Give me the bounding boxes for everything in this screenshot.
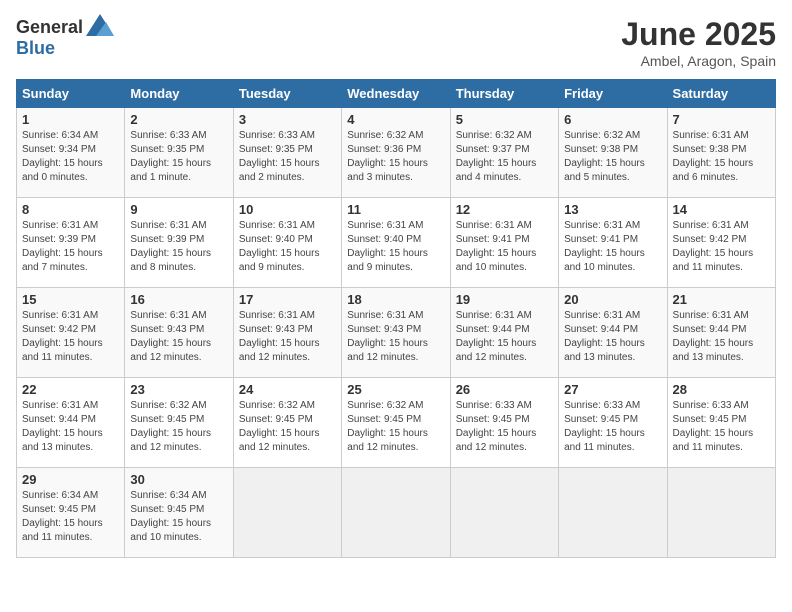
table-row: 1Sunrise: 6:34 AMSunset: 9:34 PMDaylight… bbox=[17, 108, 125, 198]
title-area: June 2025 Ambel, Aragon, Spain bbox=[621, 16, 776, 69]
table-row: 6Sunrise: 6:32 AMSunset: 9:38 PMDaylight… bbox=[559, 108, 667, 198]
logo-general-text: General bbox=[16, 17, 83, 38]
week-row: 1Sunrise: 6:34 AMSunset: 9:34 PMDaylight… bbox=[17, 108, 776, 198]
calendar-title: June 2025 bbox=[621, 16, 776, 53]
table-row: 5Sunrise: 6:32 AMSunset: 9:37 PMDaylight… bbox=[450, 108, 558, 198]
table-row: 19Sunrise: 6:31 AMSunset: 9:44 PMDayligh… bbox=[450, 288, 558, 378]
table-row: 28Sunrise: 6:33 AMSunset: 9:45 PMDayligh… bbox=[667, 378, 775, 468]
table-row bbox=[559, 468, 667, 558]
week-row: 15Sunrise: 6:31 AMSunset: 9:42 PMDayligh… bbox=[17, 288, 776, 378]
table-row: 9Sunrise: 6:31 AMSunset: 9:39 PMDaylight… bbox=[125, 198, 233, 288]
table-row bbox=[667, 468, 775, 558]
table-row bbox=[450, 468, 558, 558]
table-row bbox=[342, 468, 450, 558]
col-saturday: Saturday bbox=[667, 80, 775, 108]
logo-icon bbox=[86, 14, 114, 36]
col-tuesday: Tuesday bbox=[233, 80, 341, 108]
col-sunday: Sunday bbox=[17, 80, 125, 108]
table-row: 14Sunrise: 6:31 AMSunset: 9:42 PMDayligh… bbox=[667, 198, 775, 288]
logo: General Blue bbox=[16, 16, 114, 59]
table-row: 3Sunrise: 6:33 AMSunset: 9:35 PMDaylight… bbox=[233, 108, 341, 198]
table-row: 13Sunrise: 6:31 AMSunset: 9:41 PMDayligh… bbox=[559, 198, 667, 288]
col-friday: Friday bbox=[559, 80, 667, 108]
week-row: 22Sunrise: 6:31 AMSunset: 9:44 PMDayligh… bbox=[17, 378, 776, 468]
table-row: 12Sunrise: 6:31 AMSunset: 9:41 PMDayligh… bbox=[450, 198, 558, 288]
col-wednesday: Wednesday bbox=[342, 80, 450, 108]
table-row: 17Sunrise: 6:31 AMSunset: 9:43 PMDayligh… bbox=[233, 288, 341, 378]
logo-blue-text: Blue bbox=[16, 38, 55, 58]
table-row: 27Sunrise: 6:33 AMSunset: 9:45 PMDayligh… bbox=[559, 378, 667, 468]
table-row: 25Sunrise: 6:32 AMSunset: 9:45 PMDayligh… bbox=[342, 378, 450, 468]
table-row: 8Sunrise: 6:31 AMSunset: 9:39 PMDaylight… bbox=[17, 198, 125, 288]
table-row: 30Sunrise: 6:34 AMSunset: 9:45 PMDayligh… bbox=[125, 468, 233, 558]
table-row: 22Sunrise: 6:31 AMSunset: 9:44 PMDayligh… bbox=[17, 378, 125, 468]
table-row: 7Sunrise: 6:31 AMSunset: 9:38 PMDaylight… bbox=[667, 108, 775, 198]
week-row: 29Sunrise: 6:34 AMSunset: 9:45 PMDayligh… bbox=[17, 468, 776, 558]
table-row: 2Sunrise: 6:33 AMSunset: 9:35 PMDaylight… bbox=[125, 108, 233, 198]
col-monday: Monday bbox=[125, 80, 233, 108]
calendar-table: Sunday Monday Tuesday Wednesday Thursday… bbox=[16, 79, 776, 558]
table-row bbox=[233, 468, 341, 558]
table-row: 20Sunrise: 6:31 AMSunset: 9:44 PMDayligh… bbox=[559, 288, 667, 378]
table-row: 24Sunrise: 6:32 AMSunset: 9:45 PMDayligh… bbox=[233, 378, 341, 468]
table-row: 10Sunrise: 6:31 AMSunset: 9:40 PMDayligh… bbox=[233, 198, 341, 288]
header-row: Sunday Monday Tuesday Wednesday Thursday… bbox=[17, 80, 776, 108]
table-row: 18Sunrise: 6:31 AMSunset: 9:43 PMDayligh… bbox=[342, 288, 450, 378]
col-thursday: Thursday bbox=[450, 80, 558, 108]
table-row: 29Sunrise: 6:34 AMSunset: 9:45 PMDayligh… bbox=[17, 468, 125, 558]
calendar-subtitle: Ambel, Aragon, Spain bbox=[621, 53, 776, 69]
table-row: 16Sunrise: 6:31 AMSunset: 9:43 PMDayligh… bbox=[125, 288, 233, 378]
table-row: 11Sunrise: 6:31 AMSunset: 9:40 PMDayligh… bbox=[342, 198, 450, 288]
table-row: 21Sunrise: 6:31 AMSunset: 9:44 PMDayligh… bbox=[667, 288, 775, 378]
table-row: 4Sunrise: 6:32 AMSunset: 9:36 PMDaylight… bbox=[342, 108, 450, 198]
table-row: 15Sunrise: 6:31 AMSunset: 9:42 PMDayligh… bbox=[17, 288, 125, 378]
table-row: 26Sunrise: 6:33 AMSunset: 9:45 PMDayligh… bbox=[450, 378, 558, 468]
header: General Blue June 2025 Ambel, Aragon, Sp… bbox=[16, 16, 776, 69]
table-row: 23Sunrise: 6:32 AMSunset: 9:45 PMDayligh… bbox=[125, 378, 233, 468]
week-row: 8Sunrise: 6:31 AMSunset: 9:39 PMDaylight… bbox=[17, 198, 776, 288]
